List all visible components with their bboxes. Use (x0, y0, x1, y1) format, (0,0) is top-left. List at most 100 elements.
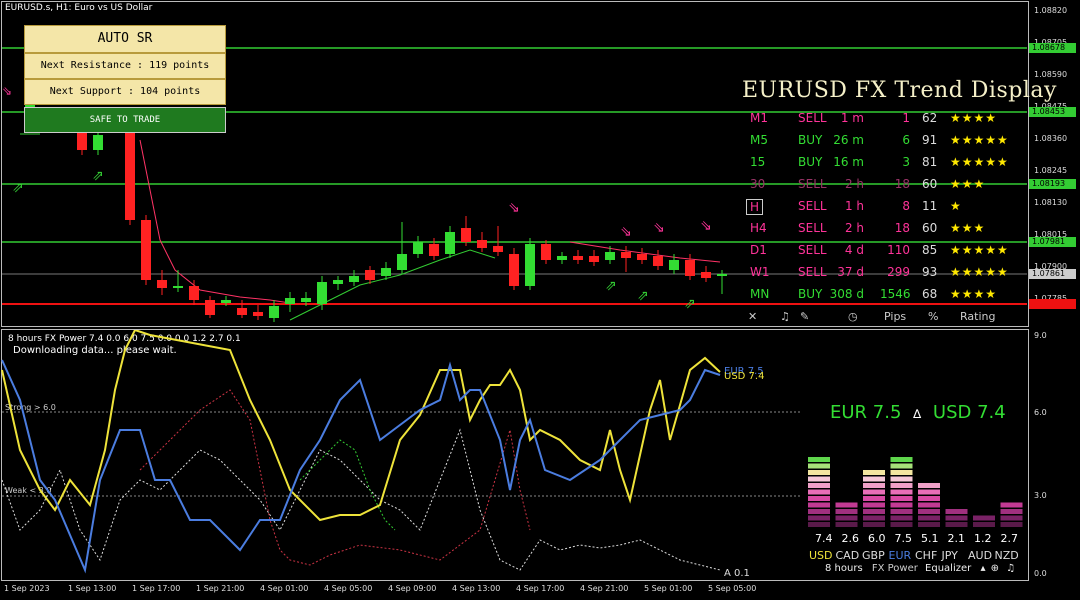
candle (189, 286, 199, 300)
usd-line-label: USD 7.4 (724, 371, 765, 382)
trend-time: 1 h (844, 199, 864, 213)
candle (717, 274, 727, 276)
trend-tf: H4 (750, 221, 767, 235)
time-tick: 1 Sep 17:00 (132, 584, 181, 593)
eq-currency[interactable]: NZD (995, 549, 1019, 562)
equalizer-segment (808, 489, 830, 495)
equalizer-segment (1000, 509, 1023, 514)
safe-to-trade-status: SAFE TO TRADE (24, 107, 226, 133)
eq-currency[interactable]: JPY (942, 549, 958, 562)
trend-pips: 8 (902, 199, 910, 213)
candle (397, 254, 407, 270)
equalizer-segment (890, 502, 913, 508)
pen-icon[interactable]: ✎ (800, 310, 809, 323)
trend-time: 1 m (840, 111, 864, 125)
trend-dir: SELL (798, 221, 827, 235)
price-tick: 1.08245 (1034, 166, 1068, 175)
equalizer-segment (808, 476, 830, 482)
eq-currency[interactable]: AUD (968, 549, 992, 562)
eq-currency[interactable]: CHF (915, 549, 937, 562)
crosshair-icon[interactable]: ⊕ (991, 563, 999, 574)
trend-time: 2 h (844, 177, 864, 191)
trend-time: 4 d (844, 243, 864, 257)
equalizer-segment (863, 476, 885, 482)
candle (157, 280, 167, 288)
trend-row: 30 SELL 2 h 18 60 ★★★ (744, 177, 1028, 199)
music-icon[interactable]: ♫ (1006, 563, 1015, 574)
fxpower-button[interactable]: FX Power (872, 563, 918, 574)
equalizer-segment (890, 496, 913, 501)
svg-text:⇘: ⇘ (2, 84, 12, 98)
close-icon[interactable]: ✕ (748, 310, 757, 323)
hours-button[interactable]: 8 hours (825, 563, 863, 574)
ind-y-9: 9.0 (1034, 331, 1047, 340)
percent-header: % (928, 310, 939, 323)
music-icon[interactable]: ♫ (780, 310, 790, 323)
equalizer-button[interactable]: Equalizer (925, 563, 971, 574)
pips-header: Pips (884, 310, 907, 323)
candle (493, 246, 503, 252)
eq-currency[interactable]: EUR (889, 549, 912, 562)
svg-text:⇗: ⇗ (12, 180, 24, 196)
eq-currency[interactable]: GBP (862, 549, 885, 562)
auto-sr-title: AUTO SR (24, 25, 226, 53)
equalizer-segment (808, 463, 830, 469)
time-tick: 1 Sep 21:00 (196, 584, 245, 593)
triangle-icon[interactable]: ▴ (980, 563, 985, 574)
svg-text:⇘: ⇘ (653, 220, 665, 236)
eq-value: 1.2 (974, 532, 992, 545)
candle (573, 256, 583, 260)
equalizer-segment (863, 515, 885, 521)
candle (173, 286, 183, 288)
trend-pct: 60 (922, 221, 938, 235)
next-resistance: Next Resistance : 119 points (24, 53, 226, 79)
candle (685, 260, 695, 276)
eq-value: 7.5 (894, 532, 913, 545)
equalizer-segment (918, 489, 940, 495)
trend-pips: 18 (894, 221, 910, 235)
trend-dir: SELL (798, 265, 827, 279)
candle (461, 228, 471, 242)
price-line-4: 1.07981 (1029, 237, 1076, 247)
trend-pct: 68 (922, 287, 938, 301)
trend-pct: 11 (922, 199, 938, 213)
candle (125, 120, 135, 220)
trend-pct: 62 (922, 111, 938, 125)
equalizer-segment (945, 515, 968, 521)
ind-y-6: 6.0 (1034, 408, 1047, 417)
equalizer-segment (973, 515, 995, 521)
candle (637, 254, 647, 260)
candle (141, 220, 151, 280)
eq-value: 7.4 (815, 532, 833, 545)
equalizer-segment (918, 515, 940, 521)
time-tick: 1 Sep 2023 (4, 584, 50, 593)
candle (205, 300, 215, 315)
candle (621, 252, 631, 258)
equalizer-segment (835, 502, 858, 508)
trend-footer: ✕ ♫ ✎ ◷ Pips % Rating (744, 310, 1028, 332)
price-tick: 1.08820 (1034, 6, 1068, 15)
svg-text:⇘: ⇘ (508, 200, 520, 216)
ind-y-3: 3.0 (1034, 491, 1047, 500)
trend-tf: 30 (750, 177, 766, 191)
equalizer-segment (890, 470, 913, 475)
candle (93, 135, 103, 150)
candle (653, 256, 663, 266)
equalizer-segment (918, 496, 940, 501)
equalizer-segment (808, 509, 830, 514)
time-tick: 4 Sep 21:00 (580, 584, 629, 593)
trend-stars: ★★★★★ (950, 155, 1009, 169)
equalizer-segment (890, 489, 913, 495)
equalizer-segment (808, 470, 830, 475)
eq-currency[interactable]: USD (809, 549, 833, 562)
next-support: Next Support : 104 points (24, 79, 226, 105)
eq-currency[interactable]: CAD (836, 549, 860, 562)
eq-value: 2.7 (1000, 532, 1019, 545)
trend-dir: BUY (798, 155, 823, 169)
equalizer-segment (973, 522, 995, 527)
rating-header: Rating (960, 310, 996, 323)
equalizer-segment (808, 522, 830, 527)
trend-tf: M1 (750, 111, 768, 125)
trend-pips: 1 (902, 111, 910, 125)
trend-dir: SELL (798, 243, 827, 257)
